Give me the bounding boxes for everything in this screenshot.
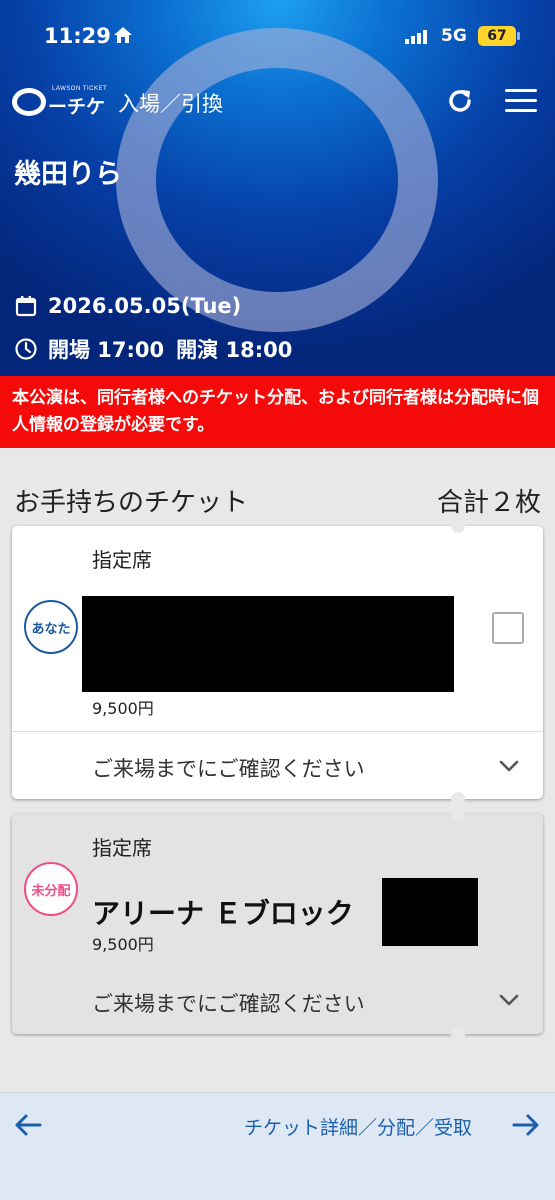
calendar-icon [15, 296, 37, 317]
ticket-select-checkbox[interactable] [492, 612, 524, 644]
event-hero: 11:29 5G 67 LAWSON TICKET ーチケ 入場／引換 幾田りら… [0, 0, 555, 376]
status-time: 11:29 [44, 24, 111, 48]
distribution-notice: 本公演は、同行者様へのチケット分配、および同行者様は分配時に個人情報の登録が必要… [0, 376, 555, 448]
artist-name: 幾田りら [14, 159, 122, 190]
confirm-prompt[interactable]: ご来場までにご確認ください [92, 988, 365, 1018]
doors-open-time: 開場 17:00 [48, 338, 165, 362]
menu-icon[interactable] [505, 89, 537, 119]
owner-badge: あなた [24, 600, 78, 654]
logo-text: ーチケ [48, 96, 106, 118]
event-date-row: 2026.05.05(Tue) [14, 294, 241, 318]
status-bar: 11:29 5G 67 [0, 0, 555, 62]
confirm-prompt[interactable]: ご来場までにご確認ください [92, 753, 365, 783]
signal-icon [405, 30, 427, 44]
event-time-row: 開場 17:00 開演 18:00 [14, 334, 292, 364]
redacted-seat-info [382, 878, 478, 946]
event-date: 2026.05.05(Tue) [48, 294, 242, 318]
forward-arrow-icon[interactable] [512, 1113, 540, 1141]
tickets-heading: お手持ちのチケット [14, 488, 249, 518]
chevron-down-icon[interactable] [498, 758, 520, 777]
ticket-detail-link[interactable]: チケット詳細／分配／受取 [244, 1113, 472, 1140]
home-icon [113, 26, 133, 48]
logo-o-mark [12, 88, 46, 116]
ticket-price: 9,500円 [92, 699, 154, 718]
bottom-navigation: チケット詳細／分配／受取 [0, 1092, 555, 1200]
chevron-down-icon[interactable] [498, 992, 520, 1011]
seat-block: アリーナ Ｅブロック [92, 897, 354, 930]
page-title: 入場／引換 [118, 92, 223, 116]
seat-type: 指定席 [92, 836, 152, 860]
hero-o-graphic [116, 28, 438, 332]
ticket-price: 9,500円 [92, 935, 154, 954]
ticket-card[interactable]: 指定席 未分配 アリーナ Ｅブロック 9,500円 ご来場までにご確認ください [12, 807, 543, 1041]
back-arrow-icon[interactable] [14, 1113, 42, 1141]
seat-type: 指定席 [92, 548, 152, 572]
tickets-total: 合計２枚 [436, 488, 541, 518]
battery-indicator: 67 [478, 26, 520, 46]
show-start-time: 開演 18:00 [176, 338, 293, 362]
owner-badge: 未分配 [24, 862, 78, 916]
divider [12, 731, 543, 732]
redacted-seat-info [82, 596, 454, 692]
refresh-icon[interactable] [445, 86, 475, 120]
ticket-card[interactable]: 指定席 あなた 9,500円 ご来場までにご確認ください [12, 519, 543, 806]
network-type: 5G [441, 26, 467, 46]
clock-icon [15, 338, 37, 360]
